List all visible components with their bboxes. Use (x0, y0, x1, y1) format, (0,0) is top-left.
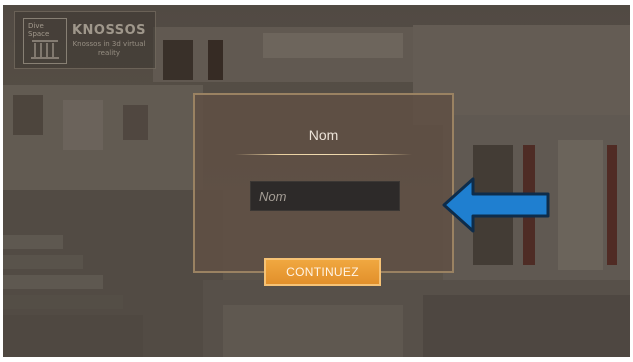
logo-subtitle: Knossos in 3d virtual reality (72, 40, 146, 57)
continue-button[interactable]: CONTINUEZ (264, 258, 381, 286)
knossos-logo: Dive Space KNOSSOS Knossos in 3d virtual… (14, 11, 156, 69)
name-input[interactable] (250, 181, 400, 211)
title-divider (235, 154, 412, 155)
name-dialog: Nom (193, 93, 454, 273)
dialog-title: Nom (308, 127, 339, 143)
columns-icon: Dive Space (23, 18, 67, 64)
left-arrow-icon (442, 177, 550, 233)
logo-title: KNOSSOS (71, 23, 147, 38)
continue-button-label: CONTINUEZ (286, 265, 359, 279)
